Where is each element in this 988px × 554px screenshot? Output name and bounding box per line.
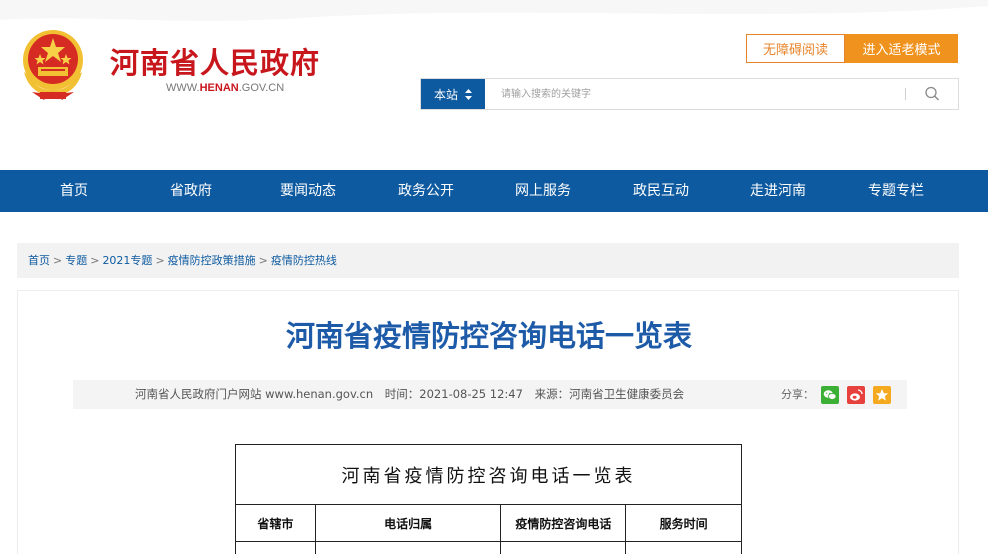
article-publisher: 河南省人民政府门户网站 www.henan.gov.cn (135, 387, 374, 401)
search-scope-select[interactable]: 本站 (421, 79, 485, 109)
breadcrumb-epidemic-policies[interactable]: 疫情防控政策措施 (168, 254, 256, 267)
table-cell (235, 541, 316, 554)
nav-item-home[interactable]: 首页 (24, 170, 124, 212)
share-label: 分享： (781, 388, 814, 401)
search-divider (905, 88, 906, 100)
table-cell (314, 541, 502, 554)
search-scope-label: 本站 (433, 87, 458, 102)
article-time: 时间：2021-08-25 12:47 (384, 387, 523, 401)
site-url-prefix: WWW. (166, 82, 200, 94)
weibo-icon[interactable] (847, 386, 865, 404)
article-title: 河南省疫情防控咨询电话一览表 (285, 319, 692, 353)
search-box: 本站 (420, 78, 959, 110)
article-meta: 河南省人民政府门户网站 www.henan.gov.cn 时间：2021-08-… (73, 380, 907, 409)
breadcrumb-separator: > (155, 254, 165, 267)
breadcrumb-separator: > (90, 254, 100, 267)
site-title[interactable]: 河南省人民政府 (110, 40, 320, 82)
site-header: 河南省人民政府 WWW.HENAN.GOV.CN 无障碍阅读 进入适老模式 本站 (0, 0, 988, 170)
table-header-phone-owner: 电话归属 (314, 504, 502, 542)
table-header-city: 省辖市 (235, 504, 316, 542)
nav-item-government-affairs[interactable]: 政务公开 (376, 170, 476, 212)
elder-mode-button[interactable]: 进入适老模式 (845, 34, 958, 63)
table-header-service-hours: 服务时间 (625, 504, 742, 542)
favorite-star-icon[interactable] (873, 386, 891, 404)
table-caption: 河南省疫情防控咨询电话一览表 (235, 444, 742, 505)
site-url-brand: HENAN (199, 82, 239, 94)
hotline-table: 河南省疫情防控咨询电话一览表 省辖市 电话归属 疫情防控咨询电话 服务时间 (235, 444, 742, 554)
nav-item-news[interactable]: 要闻动态 (258, 170, 358, 212)
nav-item-public-interaction[interactable]: 政民互动 (611, 170, 711, 212)
meta-text: 河南省人民政府门户网站 www.henan.gov.cn 时间：2021-08-… (135, 380, 692, 409)
table-header-row: 省辖市 电话归属 疫情防控咨询电话 服务时间 (235, 504, 742, 542)
site-url-suffix: .GOV.CN (238, 82, 285, 94)
breadcrumb-topics[interactable]: 专题 (65, 254, 87, 267)
breadcrumb: 首页 > 专题 >2021专题 > 疫情防控政策措施 > 疫情防控热线 (17, 243, 959, 278)
national-emblem-icon (23, 30, 83, 100)
breadcrumb-2021-topics[interactable]: 2021专题 (102, 254, 152, 267)
site-url[interactable]: WWW.HENAN.GOV.CN (166, 82, 284, 94)
wechat-icon[interactable] (821, 386, 839, 404)
barrier-free-button[interactable]: 无障碍阅读 (746, 34, 845, 63)
search-input[interactable] (501, 86, 881, 102)
breadcrumb-epidemic-hotline[interactable]: 疫情防控热线 (271, 254, 337, 267)
sort-arrows-icon (465, 88, 472, 100)
header-decoration (0, 0, 988, 21)
table-cell (500, 541, 627, 554)
breadcrumb-separator: > (258, 254, 268, 267)
nav-item-provincial-government[interactable]: 省政府 (141, 170, 241, 212)
article-source: 来源：河南省卫生健康委员会 (534, 387, 685, 401)
nav-item-about-henan[interactable]: 走进河南 (728, 170, 828, 212)
main-nav: 首页 省政府 要闻动态 政务公开 网上服务 政民互动 走进河南 专题专栏 (0, 170, 988, 212)
accessibility-controls: 无障碍阅读 进入适老模式 (746, 34, 958, 63)
table-row (235, 541, 742, 554)
search-icon[interactable] (923, 85, 943, 103)
nav-item-online-services[interactable]: 网上服务 (493, 170, 593, 212)
article-container: 河南省疫情防控咨询电话一览表 河南省人民政府门户网站 www.henan.gov… (17, 290, 959, 554)
table-header-hotline: 疫情防控咨询电话 (500, 504, 627, 542)
breadcrumb-home[interactable]: 首页 (28, 254, 50, 267)
nav-item-special-topics[interactable]: 专题专栏 (846, 170, 946, 212)
breadcrumb-separator: > (53, 254, 63, 267)
table-cell (625, 541, 742, 554)
